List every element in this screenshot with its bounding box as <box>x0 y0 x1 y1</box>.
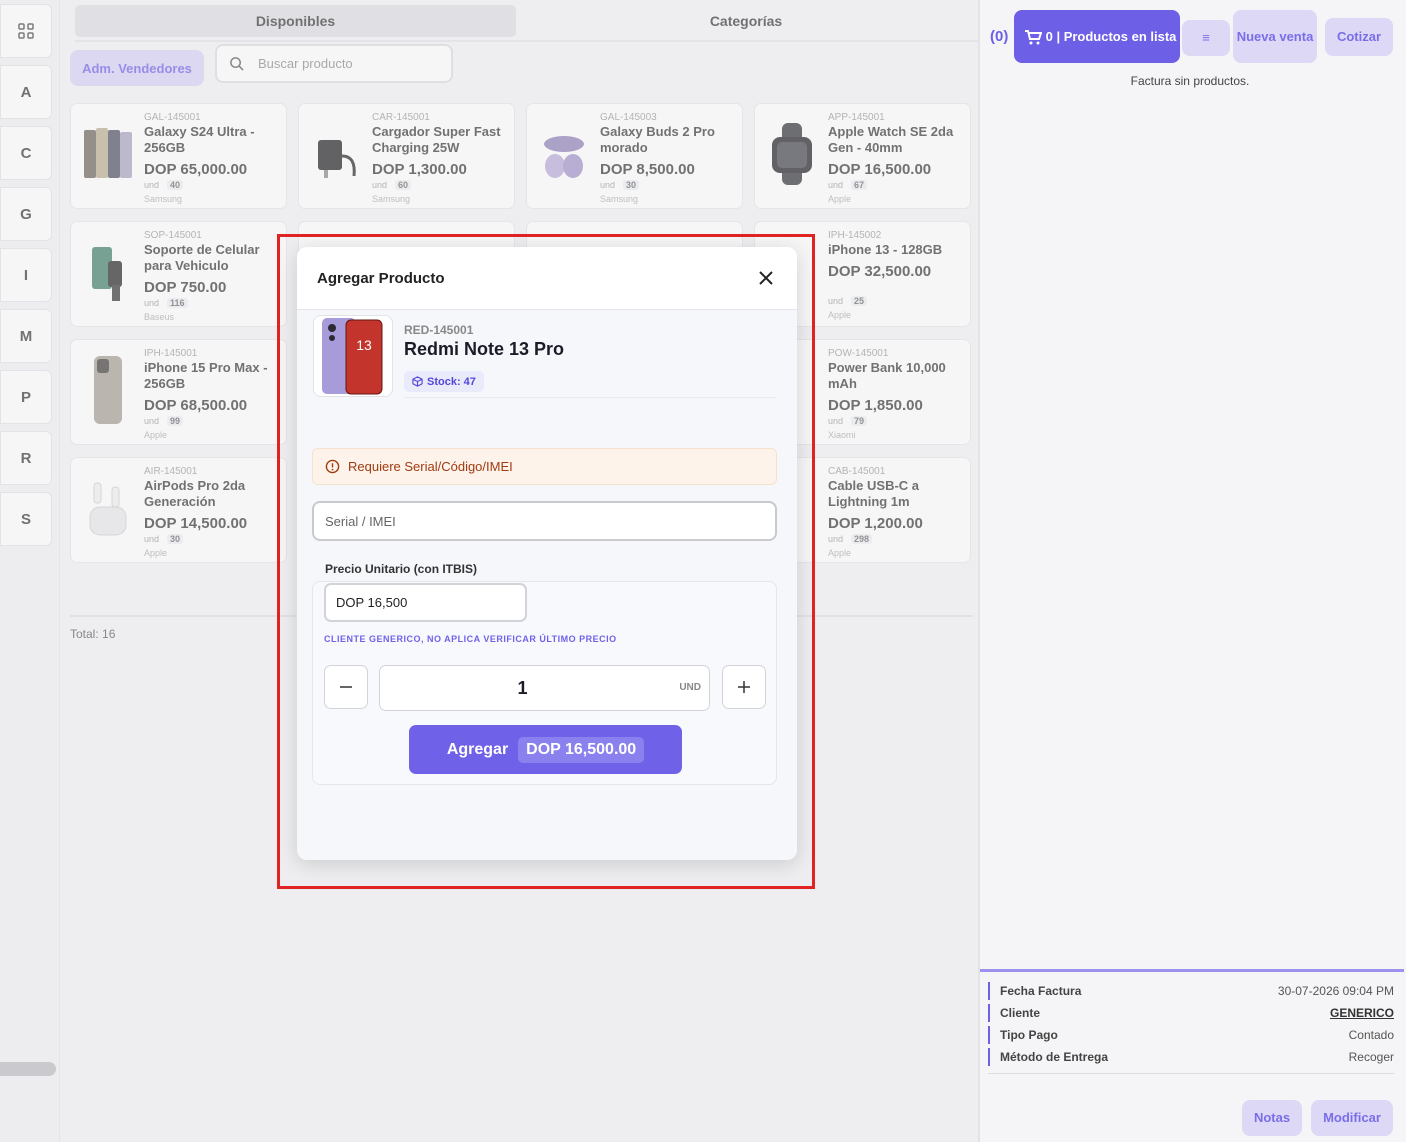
modify-button[interactable]: Modificar <box>1311 1100 1393 1136</box>
svg-text:13: 13 <box>356 337 372 353</box>
price-section: CLIENTE GENERICO, NO APLICA VERIFICAR ÚL… <box>312 581 777 785</box>
plus-icon <box>738 681 750 693</box>
invoice-panel: (0) 0 | Productos en lista ≡ Nueva venta… <box>978 0 1406 1142</box>
info-value: Recoger <box>1348 1050 1394 1064</box>
info-label: Tipo Pago <box>1000 1028 1058 1042</box>
add-button-amount: DOP 16,500.00 <box>518 736 645 763</box>
add-product-modal: Agregar Producto 13 RED-145001 Redmi Not… <box>297 247 797 860</box>
generic-client-note: CLIENTE GENERICO, NO APLICA VERIFICAR ÚL… <box>324 634 617 644</box>
add-button-label: Agregar <box>446 740 509 758</box>
list-icon: ≡ <box>1202 30 1210 45</box>
cart-button[interactable]: 0 | Productos en lista <box>1014 10 1180 63</box>
info-label: Método de Entrega <box>1000 1050 1109 1064</box>
add-product-button[interactable]: Agregar DOP 16,500.00 <box>409 725 682 774</box>
info-value: Contado <box>1348 1028 1394 1042</box>
product-name: Redmi Note 13 Pro <box>404 339 565 359</box>
info-row-date: Fecha Factura 30-07-2026 09:04 PM <box>988 982 1394 1000</box>
minus-icon <box>340 686 352 688</box>
alert-text: Requiere Serial/Código/IMEI <box>348 459 513 474</box>
stock-text: Stock: 47 <box>427 375 476 388</box>
close-icon[interactable] <box>756 268 776 288</box>
empty-invoice-message: Factura sin productos. <box>1130 74 1250 88</box>
quantity-unit: UND <box>679 682 701 693</box>
increase-quantity-button[interactable] <box>722 665 766 709</box>
notes-button[interactable]: Notas <box>1242 1100 1302 1136</box>
info-value: 30-07-2026 09:04 PM <box>1277 984 1394 998</box>
cart-icon <box>1025 29 1042 44</box>
cart-count: (0) <box>990 28 1009 45</box>
client-link[interactable]: GENERICO <box>1330 1006 1394 1020</box>
stock-badge: Stock: 47 <box>404 371 484 392</box>
info-row-client: Cliente GENERICO <box>988 1004 1394 1022</box>
product-image: 13 <box>313 315 393 397</box>
cart-button-label: 0 | Productos en lista <box>1045 28 1177 44</box>
box-icon <box>412 376 423 387</box>
info-row-delivery: Método de Entrega Recoger <box>988 1048 1394 1066</box>
list-view-button[interactable]: ≡ <box>1182 20 1230 56</box>
serial-input[interactable] <box>312 501 777 541</box>
new-sale-button[interactable]: Nueva venta <box>1233 10 1317 63</box>
alert-circle-icon <box>325 459 340 474</box>
info-label: Fecha Factura <box>1000 984 1082 998</box>
modal-title: Agregar Producto <box>317 270 445 287</box>
info-row-payment: Tipo Pago Contado <box>988 1026 1394 1044</box>
info-accent-line <box>980 969 1404 972</box>
info-separator <box>988 1073 1394 1074</box>
decrease-quantity-button[interactable] <box>324 665 368 709</box>
serial-required-alert: Requiere Serial/Código/IMEI <box>312 448 777 485</box>
product-sku: RED-145001 <box>404 323 474 337</box>
product-separator <box>404 397 777 398</box>
price-label: Precio Unitario (con ITBIS) <box>325 562 478 576</box>
quantity-value: 1 <box>517 678 528 698</box>
modal-header: Agregar Producto <box>297 247 797 310</box>
quantity-input[interactable]: 1 UND <box>379 665 710 711</box>
unit-price-input[interactable] <box>324 583 527 622</box>
quote-button[interactable]: Cotizar <box>1325 18 1393 56</box>
info-label: Cliente <box>1000 1006 1041 1020</box>
